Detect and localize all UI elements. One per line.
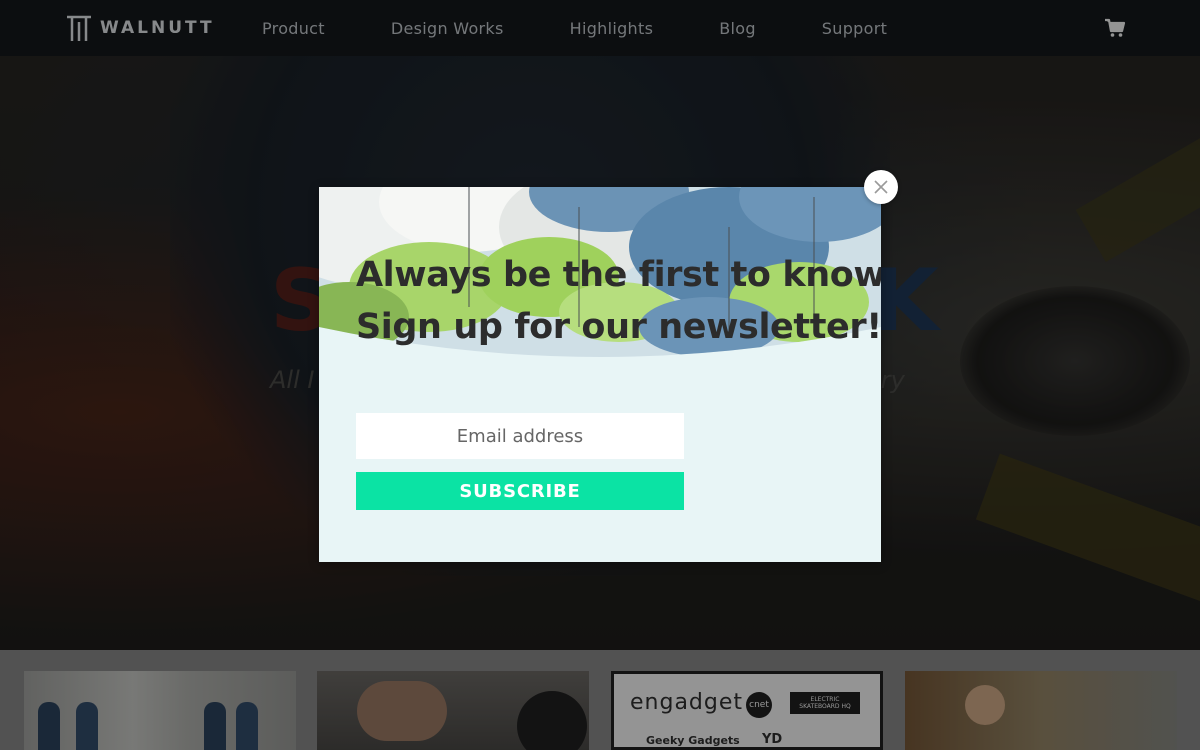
newsletter-modal: Always be the first to know. Sign up for… <box>319 187 881 562</box>
modal-heading-line2: Sign up for our newsletter! <box>356 307 881 347</box>
modal-heading: Always be the first to know. Sign up for… <box>356 249 881 353</box>
subscribe-button[interactable]: SUBSCRIBE <box>356 472 684 510</box>
modal-heading-line1: Always be the first to know. <box>356 255 881 295</box>
modal-close-button[interactable] <box>864 170 898 204</box>
close-icon <box>874 180 888 194</box>
email-field[interactable] <box>356 413 684 459</box>
